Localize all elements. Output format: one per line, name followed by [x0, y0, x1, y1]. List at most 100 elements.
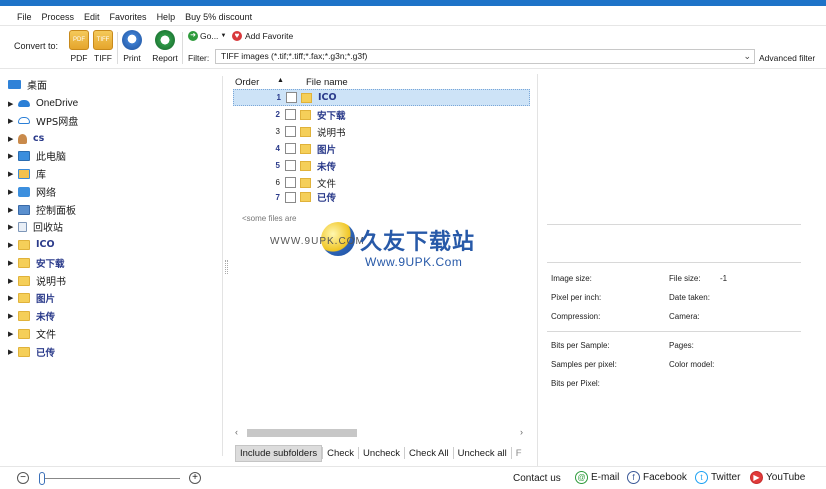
tree-item-folder[interactable]: ▶ 说明书	[8, 272, 66, 289]
menu-buy-discount[interactable]: Buy 5% discount	[180, 12, 257, 22]
tree-item-library[interactable]: ▶ 库	[8, 165, 46, 182]
divider	[547, 331, 801, 332]
more-action-button[interactable]: F	[512, 446, 526, 461]
tree-item-desktop[interactable]: 桌面	[8, 76, 47, 93]
watermark-site-name: 久友下载站	[360, 230, 476, 255]
check-all-button[interactable]: Check All	[405, 446, 453, 461]
cloud-icon	[18, 117, 30, 124]
tree-item-label: WPS网盘	[36, 117, 79, 128]
scroll-left-icon[interactable]: ‹	[235, 427, 238, 437]
uncheck-all-button[interactable]: Uncheck all	[454, 446, 511, 461]
expand-arrow-icon[interactable]: ▶	[8, 294, 18, 302]
tree-item-folder[interactable]: ▶ ICO	[8, 236, 55, 253]
table-row[interactable]: 5 未传	[233, 157, 530, 174]
list-action-bar: Include subfolders Check Uncheck Check A…	[235, 444, 531, 462]
tree-item-folder[interactable]: ▶ 已传	[8, 343, 55, 360]
tree-item-label: 回收站	[33, 223, 63, 234]
folder-icon	[18, 292, 30, 303]
row-checkbox[interactable]	[285, 126, 296, 137]
tree-item-label: 库	[36, 170, 46, 181]
table-row[interactable]: 2 安下载	[233, 106, 530, 123]
zoom-slider-thumb[interactable]	[39, 472, 45, 485]
tree-item-onedrive[interactable]: ▶ OneDrive	[8, 95, 78, 112]
menu-favorites[interactable]: Favorites	[105, 12, 152, 22]
row-checkbox[interactable]	[285, 109, 296, 120]
youtube-link[interactable]: ▶ YouTube	[750, 471, 805, 484]
scroll-right-icon[interactable]: ›	[520, 427, 523, 437]
menu-edit[interactable]: Edit	[79, 12, 105, 22]
table-row[interactable]: 1 ICO	[233, 89, 530, 106]
check-button[interactable]: Check	[323, 446, 358, 461]
tree-item-network[interactable]: ▶ 网络	[8, 183, 56, 200]
tree-item-wps-drive[interactable]: ▶ WPS网盘	[8, 112, 78, 129]
menu-help[interactable]: Help	[152, 12, 181, 22]
expand-arrow-icon[interactable]: ▶	[8, 117, 18, 125]
tree-item-folder[interactable]: ▶ 未传	[8, 307, 55, 324]
zoom-out-icon[interactable]: −	[17, 472, 29, 484]
zoom-in-icon[interactable]: +	[189, 472, 201, 484]
folder-tree: 桌面 ▶ OneDrive ▶ WPS网盘 ▶ cs ▶ 此电脑 ▶ 库 ▶ 网…	[8, 76, 223, 456]
convert-tiff-button[interactable]: TIFF TIFF	[90, 30, 116, 66]
folder-icon	[300, 160, 311, 171]
toolbar: Convert to: PDF PDF TIFF TIFF Print Repo…	[0, 27, 826, 69]
print-button[interactable]: Print	[119, 30, 145, 66]
expand-arrow-icon[interactable]: ▶	[8, 312, 18, 320]
expand-arrow-icon[interactable]: ▶	[8, 188, 18, 196]
expand-arrow-icon[interactable]: ▶	[8, 348, 18, 356]
table-row[interactable]: 3 说明书	[233, 123, 530, 140]
expand-arrow-icon[interactable]: ▶	[8, 241, 18, 249]
tree-item-folder[interactable]: ▶ 文件	[8, 325, 56, 342]
row-checkbox[interactable]	[285, 177, 296, 188]
bits-per-pixel-label: Bits per Pixel:	[551, 379, 600, 388]
email-link[interactable]: @ E-mail	[575, 471, 619, 484]
folder-icon	[300, 177, 311, 188]
expand-arrow-icon[interactable]: ▶	[8, 259, 18, 267]
row-file-name: 已传	[317, 193, 337, 203]
include-subfolders-button[interactable]: Include subfolders	[235, 444, 323, 462]
expand-arrow-icon[interactable]: ▶	[8, 330, 18, 338]
expand-arrow-icon[interactable]: ▶	[8, 206, 18, 214]
horizontal-scrollbar[interactable]: ‹ ›	[235, 427, 525, 438]
watermark-logo: WWW.9UPK.COM 久友下载站 Www.9UPK.Com	[270, 218, 530, 278]
row-checkbox[interactable]	[286, 92, 297, 103]
menu-process[interactable]: Process	[37, 12, 80, 22]
facebook-link[interactable]: f Facebook	[627, 471, 687, 484]
computer-icon	[18, 150, 30, 161]
menu-file[interactable]: File	[12, 12, 37, 22]
tree-item-recycle-bin[interactable]: ▶ 回收站	[8, 218, 63, 235]
date-taken-label: Date taken:	[669, 293, 710, 302]
row-checkbox[interactable]	[285, 160, 296, 171]
uncheck-button[interactable]: Uncheck	[359, 446, 404, 461]
expand-arrow-icon[interactable]: ▶	[8, 135, 18, 143]
expand-arrow-icon[interactable]: ▶	[8, 277, 18, 285]
filter-select[interactable]: TIFF images (*.tif;*.tiff;*.fax;*.g3n;*.…	[215, 49, 755, 64]
tree-item-this-pc[interactable]: ▶ 此电脑	[8, 147, 66, 164]
row-checkbox[interactable]	[285, 143, 296, 154]
column-header-order[interactable]: Order	[235, 77, 259, 88]
twitter-link[interactable]: t Twitter	[695, 471, 740, 484]
row-checkbox[interactable]	[285, 191, 296, 203]
scrollbar-thumb[interactable]	[247, 429, 357, 437]
add-favorite-button[interactable]: ♥ Add Favorite	[232, 31, 293, 41]
tree-item-folder[interactable]: ▶ 图片	[8, 289, 55, 306]
expand-arrow-icon[interactable]: ▶	[8, 170, 18, 178]
expand-arrow-icon[interactable]: ▶	[8, 223, 18, 231]
table-row[interactable]: 7 已传	[233, 191, 530, 203]
report-label: Report	[152, 53, 178, 63]
table-row[interactable]: 4 图片	[233, 140, 530, 157]
tree-item-user[interactable]: ▶ cs	[8, 130, 44, 147]
zoom-slider-track[interactable]	[40, 478, 180, 479]
expand-arrow-icon[interactable]: ▶	[8, 152, 18, 160]
file-size-label: File size:	[669, 274, 701, 283]
panel-splitter-handle[interactable]	[225, 260, 228, 274]
column-header-file-name[interactable]: File name	[306, 77, 348, 88]
convert-pdf-button[interactable]: PDF PDF	[66, 30, 92, 66]
advanced-filter-link[interactable]: Advanced filter	[759, 53, 815, 63]
report-button[interactable]: Report	[152, 30, 178, 66]
convert-to-label: Convert to:	[14, 41, 59, 51]
expand-arrow-icon[interactable]: ▶	[8, 100, 18, 108]
go-dropdown-button[interactable]: ➜ Go... ▼	[188, 31, 226, 41]
tree-item-folder[interactable]: ▶ 安下载	[8, 254, 65, 271]
tree-item-control-panel[interactable]: ▶ 控制面板	[8, 201, 76, 218]
table-row[interactable]: 6 文件	[233, 174, 530, 191]
